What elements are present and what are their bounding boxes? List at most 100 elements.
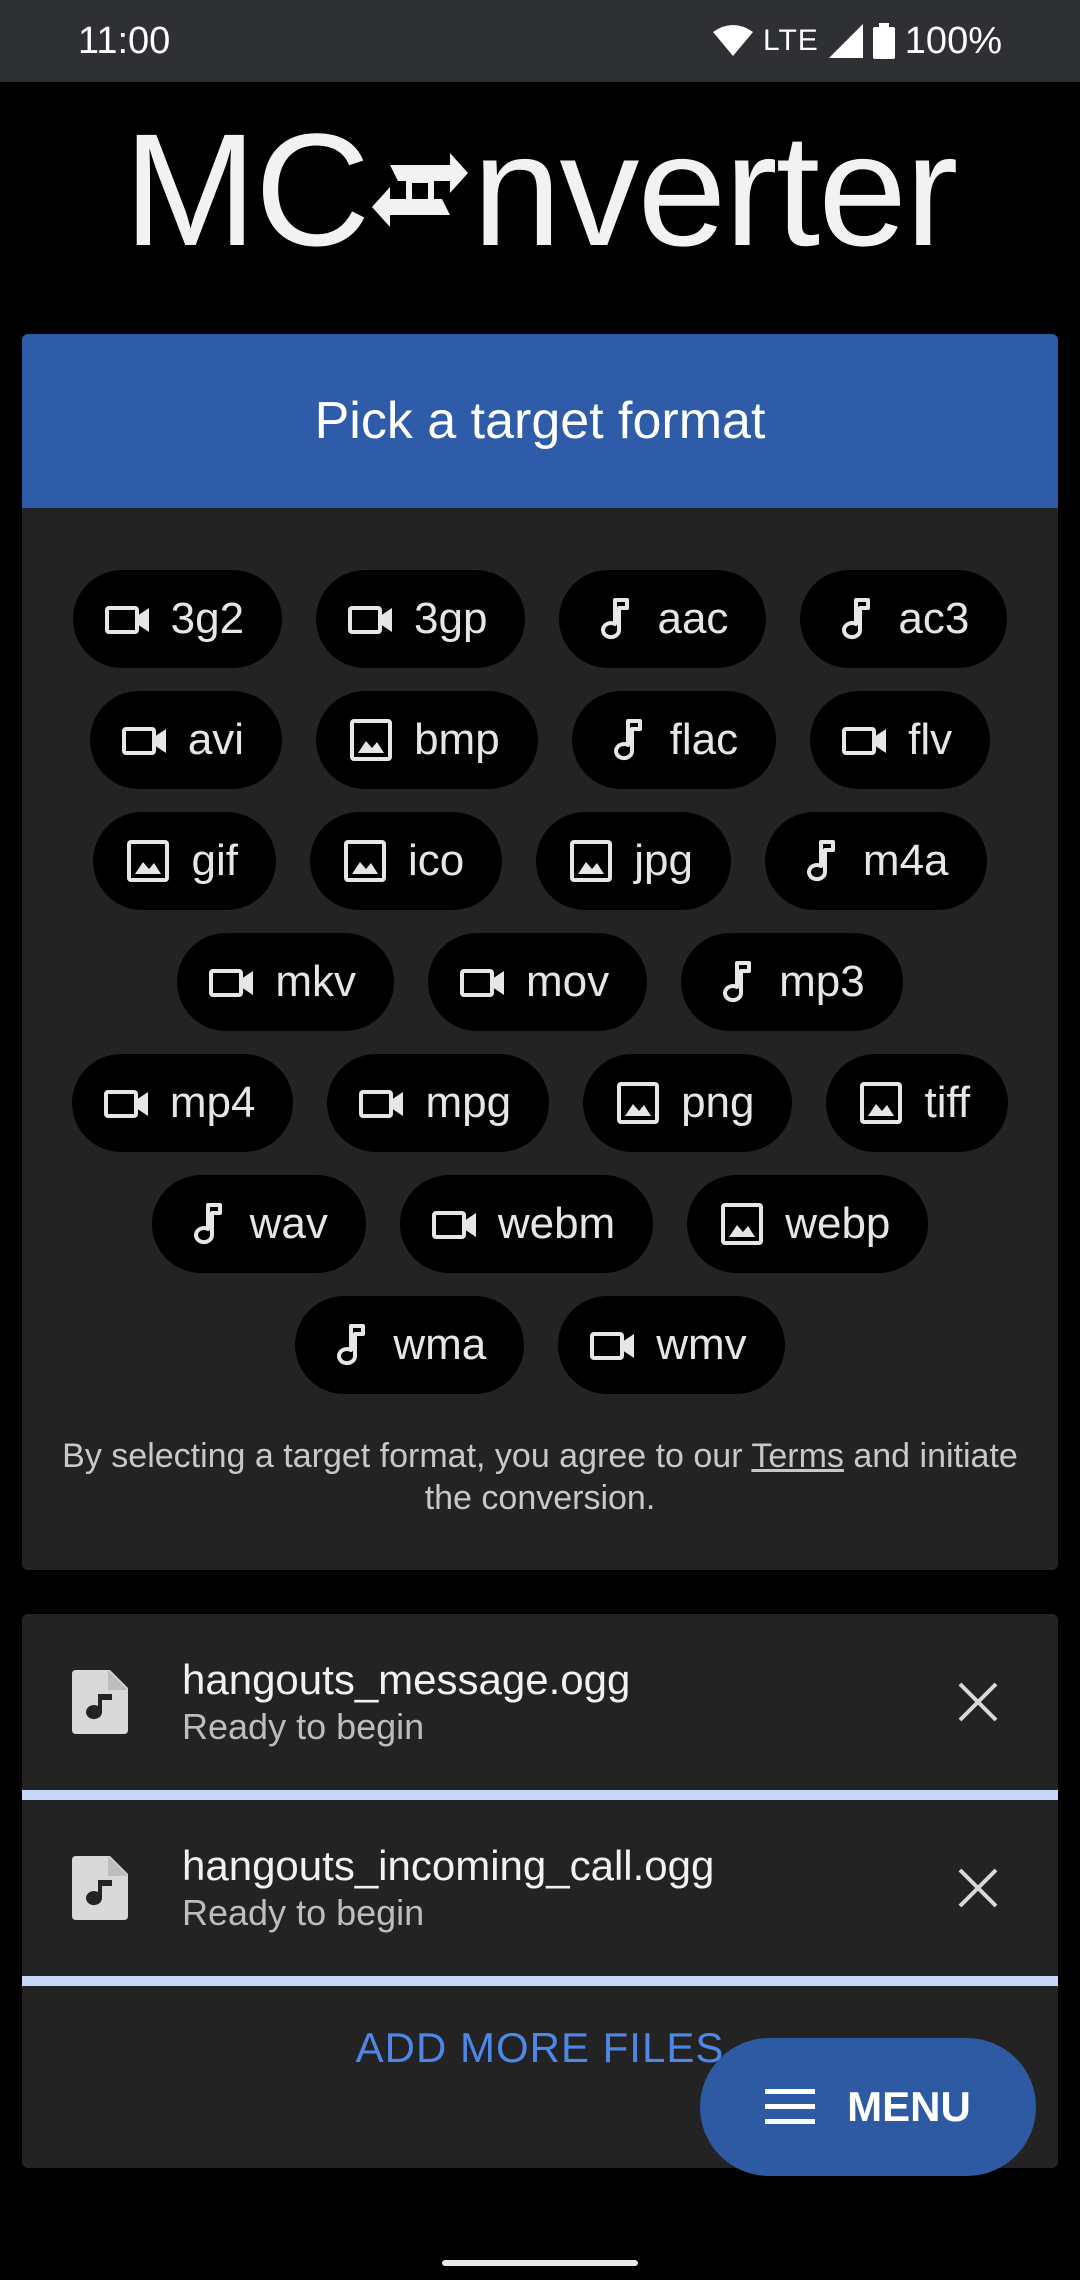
format-chip-jpg[interactable]: jpg [536,811,731,910]
file-name: hangouts_incoming_call.ogg [182,1842,715,1889]
format-chip-wma[interactable]: wma [295,1295,525,1394]
remove-file-button[interactable] [948,1858,1008,1918]
video-icon [120,715,170,765]
format-chip-webp[interactable]: webp [687,1174,929,1273]
wifi-icon [713,25,753,56]
music-note-icon [711,957,761,1007]
format-chip-row: avi bmp flac flv [82,679,998,800]
music-note-icon [589,594,639,644]
battery-percent: 100% [904,19,1002,62]
convert-icon [372,153,469,227]
format-chip-mkv[interactable]: mkv [177,932,394,1031]
format-chip-mp3[interactable]: mp3 [681,932,903,1031]
music-note-icon [830,594,880,644]
status-bar: 11:00 LTE 100% [0,0,1080,82]
format-chip-label: mkv [275,956,356,1006]
format-chip-label: tiff [924,1077,971,1127]
logo-text-right: nverter [472,100,958,279]
format-chip-mov[interactable]: mov [427,932,648,1031]
video-icon [357,1078,407,1128]
file-progress-bar [22,1976,1058,1986]
file-status: Ready to begin [182,1706,425,1747]
video-icon [588,1320,638,1370]
menu-button[interactable]: MENU [700,2038,1036,2176]
video-icon [207,957,257,1007]
video-icon [840,715,890,765]
format-chip-ac3[interactable]: ac3 [800,569,1008,668]
format-chip-label: 3g2 [170,593,245,643]
format-chip-m4a[interactable]: m4a [764,811,987,910]
file-item: hangouts_message.ogg Ready to begin [22,1614,1058,1790]
format-chip-avi[interactable]: avi [89,690,283,789]
file-info: hangouts_incoming_call.ogg Ready to begi… [182,1841,948,1935]
image-icon [613,1078,663,1128]
close-icon [958,1868,998,1908]
network-label: LTE [763,24,819,57]
remove-file-button[interactable] [948,1672,1008,1732]
audio-file-icon [72,1670,128,1734]
file-info: hangouts_message.ogg Ready to begin [182,1655,948,1749]
image-icon [123,836,173,886]
format-chip-mpg[interactable]: mpg [327,1053,550,1152]
file-name: hangouts_message.ogg [182,1656,631,1703]
format-chip-3g2[interactable]: 3g2 [72,569,283,668]
battery-icon [872,23,895,59]
format-chip-label: mp4 [169,1077,256,1127]
image-icon [717,1199,767,1249]
status-icons: LTE 100% [713,20,1002,63]
file-status: Ready to begin [182,1892,425,1933]
hamburger-menu-icon [765,2089,816,2124]
format-chip-label: gif [191,835,238,885]
format-chip-bmp[interactable]: bmp [316,690,538,789]
terms-link[interactable]: Terms [751,1437,844,1475]
audio-file-icon [72,1856,128,1920]
file-progress-bar [22,1790,1058,1800]
format-chip-row: 3g2 3gp aac ac3 [72,558,1008,679]
signal-icon [828,24,863,58]
format-chip-ico[interactable]: ico [309,811,503,910]
music-note-icon [182,1199,232,1249]
format-chip-png[interactable]: png [583,1053,793,1152]
format-chip-wav[interactable]: wav [151,1174,366,1273]
format-chip-row: mkv mov mp3 [82,921,998,1042]
file-item: hangouts_incoming_call.ogg Ready to begi… [22,1800,1058,1976]
format-chip-label: m4a [862,835,949,885]
format-chip-label: png [681,1077,755,1127]
image-icon [566,836,616,886]
video-icon [103,594,153,644]
status-time: 11:00 [78,19,171,62]
format-chip-label: mp3 [779,956,865,1006]
format-chip-row: wma wmv [82,1284,998,1405]
format-chip-tiff[interactable]: tiff [826,1053,1009,1152]
format-chip-3gp[interactable]: 3gp [316,569,526,668]
format-chip-label: mpg [425,1077,512,1127]
video-icon [102,1078,152,1128]
music-note-icon [602,715,652,765]
format-chip-label: aac [657,593,729,643]
format-chip-wmv[interactable]: wmv [558,1295,785,1394]
terms-notice: By selecting a target format, you agree … [22,1435,1058,1519]
format-chip-webm[interactable]: webm [399,1174,654,1273]
format-chip-label: ico [407,835,465,885]
format-chip-label: webm [497,1198,616,1248]
format-chip-gif[interactable]: gif [93,811,276,910]
format-chip-label: wav [249,1198,328,1248]
format-chip-label: jpg [634,835,693,885]
image-icon [340,836,390,886]
format-chip-flac[interactable]: flac [571,690,777,789]
format-chip-aac[interactable]: aac [559,569,767,668]
format-picker-card: Pick a target format 3g2 3gp aac ac3 avi bmp f… [22,334,1058,1570]
menu-button-label: MENU [847,2083,971,2130]
gesture-nav-handle[interactable] [442,2260,638,2266]
format-chip-flv[interactable]: flv [810,690,991,789]
format-chip-label: 3gp [414,593,488,643]
video-icon [430,1199,480,1249]
format-chip-label: bmp [414,714,500,764]
logo-text-left: MC [123,100,371,279]
format-chip-row: gif ico jpg m4a [82,800,998,921]
format-chip-mp4[interactable]: mp4 [71,1053,294,1152]
format-chip-label: avi [187,714,245,764]
video-icon [346,594,396,644]
video-icon [458,957,508,1007]
app-logo: MC nverter [0,100,1080,280]
